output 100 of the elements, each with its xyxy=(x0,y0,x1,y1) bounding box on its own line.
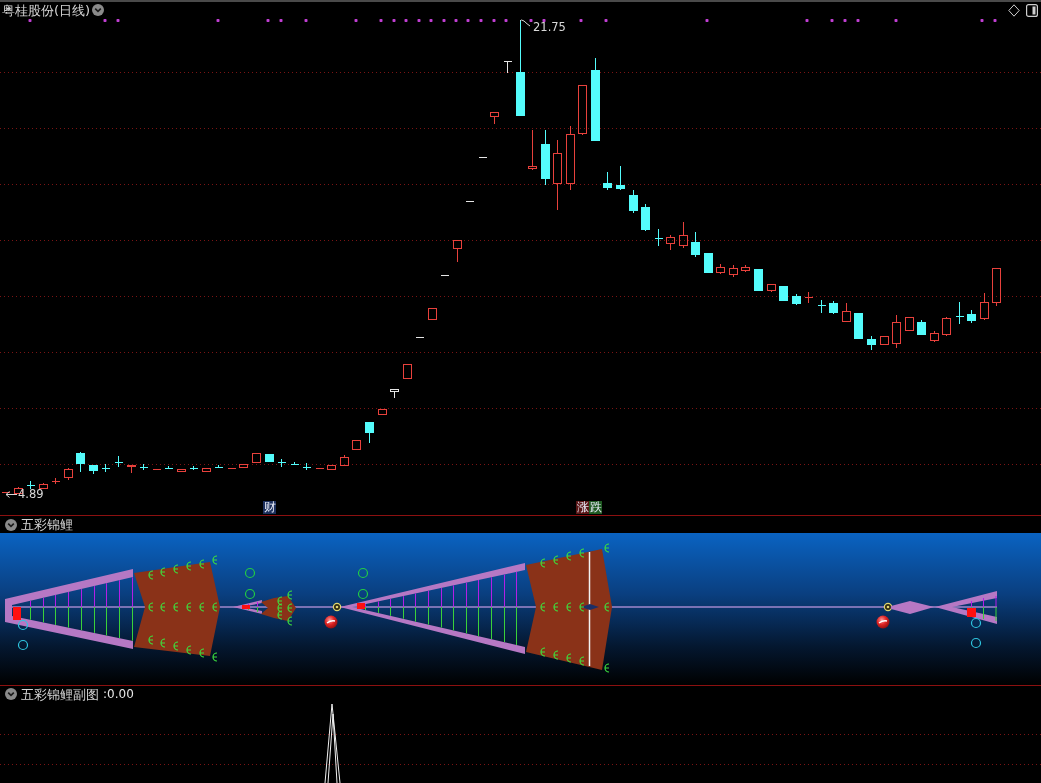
candlestick xyxy=(566,125,575,191)
epsilon-icon xyxy=(199,648,205,658)
dropdown-icon[interactable] xyxy=(5,518,17,531)
candlestick xyxy=(139,463,148,471)
epsilon-icon xyxy=(540,602,546,612)
chart-title: 粤桂股份(日线) xyxy=(2,2,91,18)
epsilon-icon xyxy=(553,602,559,612)
epsilon-icon xyxy=(173,602,179,612)
candlestick xyxy=(490,112,499,125)
funnel-drawing xyxy=(935,591,997,624)
ball-icon xyxy=(876,615,890,629)
square-icon xyxy=(357,603,365,609)
ring-icon xyxy=(244,588,256,600)
candlestick xyxy=(754,269,763,291)
candlestick xyxy=(679,221,688,249)
panel-layout-icon[interactable] xyxy=(1026,3,1038,17)
candlestick xyxy=(39,482,48,490)
chevron-shape xyxy=(261,596,296,621)
epsilon-icon xyxy=(186,645,192,655)
event-tag: 跌 xyxy=(589,501,602,514)
candlestick xyxy=(503,60,512,74)
candlestick xyxy=(967,309,976,324)
candlestick xyxy=(76,451,85,473)
ball-icon xyxy=(324,615,338,629)
epsilon-icon xyxy=(604,543,610,553)
epsilon-icon xyxy=(540,647,546,657)
diamond-icon[interactable] xyxy=(1008,3,1020,17)
candlestick xyxy=(767,284,776,293)
target-icon xyxy=(883,602,893,612)
candlestick xyxy=(528,129,537,171)
epsilon-icon xyxy=(160,638,166,648)
epsilon-icon xyxy=(199,559,205,569)
candlestick xyxy=(202,468,211,472)
candlestick xyxy=(854,313,863,340)
candlestick xyxy=(842,302,851,322)
candlestick xyxy=(365,422,374,444)
epsilon-icon xyxy=(199,602,205,612)
candlestick xyxy=(616,165,625,191)
ring-icon xyxy=(357,588,369,600)
epsilon-icon xyxy=(566,653,572,663)
candlestick xyxy=(654,228,663,247)
candlestick xyxy=(629,189,638,214)
event-tag: 涨 xyxy=(576,501,589,514)
epsilon-icon xyxy=(566,602,572,612)
candlestick xyxy=(817,299,826,314)
candlestick xyxy=(930,330,939,343)
candlestick xyxy=(603,171,612,191)
epsilon-icon xyxy=(287,603,293,613)
ring-icon xyxy=(244,567,256,579)
epsilon-icon xyxy=(566,551,572,561)
epsilon-icon xyxy=(148,635,154,645)
candlestick xyxy=(189,465,198,471)
candlestick xyxy=(453,240,462,263)
candlestick xyxy=(302,462,311,471)
epsilon-icon xyxy=(173,641,179,651)
candlestick xyxy=(214,464,223,469)
epsilon-icon xyxy=(186,561,192,571)
candlestick xyxy=(352,440,361,450)
epsilon-icon xyxy=(579,602,585,612)
candlestick xyxy=(428,308,437,320)
square-icon xyxy=(242,605,250,609)
epsilon-icon xyxy=(148,602,154,612)
square-icon xyxy=(967,608,976,617)
candlestick xyxy=(415,337,424,338)
candlestick xyxy=(779,286,788,301)
ring-icon xyxy=(357,567,369,579)
candlestick xyxy=(440,275,449,276)
epsilon-icon xyxy=(212,652,218,662)
candlestick xyxy=(51,477,60,485)
epsilon-icon xyxy=(173,564,179,574)
candlestick xyxy=(955,301,964,325)
ring-icon xyxy=(17,639,29,651)
candlestick xyxy=(578,85,587,136)
candlestick xyxy=(942,316,951,337)
candlestick xyxy=(541,129,550,186)
candlestick xyxy=(917,319,926,336)
candlestick xyxy=(704,253,713,273)
candlestick xyxy=(691,231,700,258)
ring-icon xyxy=(970,617,982,629)
candlestick xyxy=(792,293,801,306)
candlestick xyxy=(892,314,901,349)
epsilon-icon xyxy=(604,663,610,673)
epsilon-icon xyxy=(540,558,546,568)
leader-line xyxy=(519,19,531,27)
candlestick xyxy=(290,461,299,466)
sub-chart-title: 五彩锦鲤副图 xyxy=(21,686,99,702)
candlestick xyxy=(164,465,173,470)
candlestick xyxy=(716,263,725,275)
event-tag: 财 xyxy=(263,501,276,514)
candlestick xyxy=(277,458,286,468)
candlestick xyxy=(741,264,750,273)
candlestick xyxy=(980,292,989,321)
indicator-reading: :0.00 xyxy=(103,686,134,702)
dropdown-icon[interactable] xyxy=(92,4,105,16)
epsilon-icon xyxy=(212,555,218,565)
candlestick xyxy=(114,455,123,468)
epsilon-icon xyxy=(604,602,610,612)
dropdown-icon[interactable] xyxy=(5,688,17,700)
leader-arrow xyxy=(5,491,18,498)
candlestick xyxy=(403,364,412,379)
